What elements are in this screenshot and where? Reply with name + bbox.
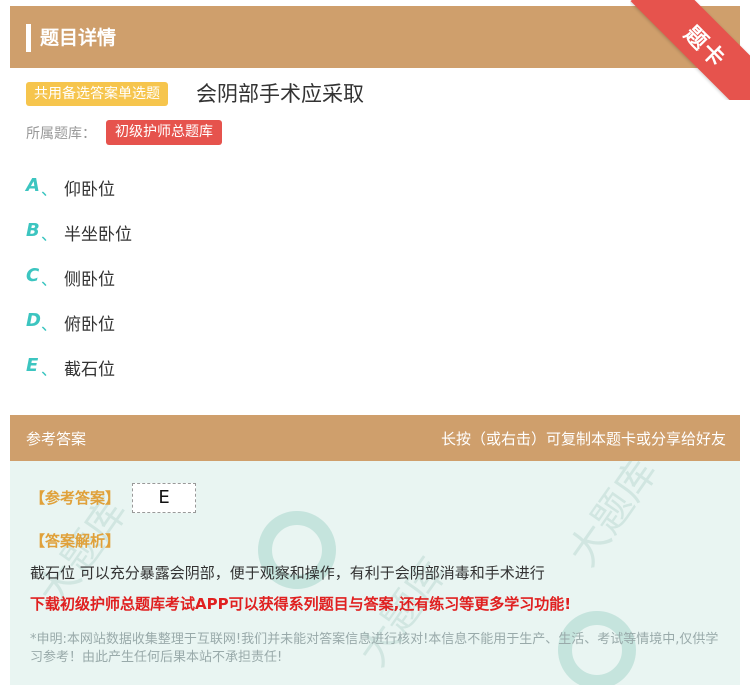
library-tag[interactable]: 初级护师总题库 — [106, 120, 222, 145]
option-b[interactable]: B 、 半坐卧位 — [26, 218, 426, 248]
answer-panel: 大题库 大题库 大题库 【参考答案】 E 【答案解析】 截石位 可以充分暴露会阴… — [10, 461, 740, 685]
answer-value: E — [132, 483, 196, 513]
answer-header: 参考答案 长按（或右击）可复制本题卡或分享给好友 — [10, 415, 740, 461]
option-separator: 、 — [41, 225, 58, 244]
option-letter: C — [26, 265, 40, 286]
option-e[interactable]: E 、 截石位 — [26, 353, 426, 383]
option-letter: B — [26, 220, 40, 241]
question-type-badge: 共用备选答案单选题 — [26, 82, 168, 106]
question-row: 共用备选答案单选题 会阴部手术应采取 — [26, 80, 726, 110]
option-separator: 、 — [41, 270, 58, 289]
option-letter: D — [26, 310, 41, 331]
disclaimer-text: *申明:本网站数据收集整理于互联网!我们并未能对答案信息进行核对!本信息不能用于… — [30, 632, 719, 665]
share-hint: 长按（或右击）可复制本题卡或分享给好友 — [440, 430, 726, 448]
option-letter: A — [26, 175, 40, 196]
option-separator: 、 — [41, 360, 58, 379]
option-text: 半坐卧位 — [64, 225, 132, 245]
option-a[interactable]: A 、 仰卧位 — [26, 173, 426, 203]
explanation-text: 截石位 可以充分暴露会阴部，便于观察和操作，有利于会阴部消毒和手术进行 — [30, 564, 545, 582]
answer-header-title: 参考答案 — [26, 430, 87, 448]
option-text: 截石位 — [64, 360, 115, 380]
library-label: 所属题库： — [26, 126, 96, 142]
page: 题目详情 题卡 共用备选答案单选题 会阴部手术应采取 所属题库： 初级护师总题库… — [0, 0, 750, 685]
option-d[interactable]: D 、 俯卧位 — [26, 308, 426, 338]
watermark-icon: 大题库 — [560, 461, 667, 575]
app-download-promo[interactable]: 下载初级护师总题库考试APP可以获得系列题目与答案,还有练习等更多学习功能! — [30, 593, 571, 614]
option-separator: 、 — [41, 180, 58, 199]
answer-label: 【参考答案】 — [30, 489, 121, 507]
header-accent-bar — [26, 24, 31, 52]
option-separator: 、 — [41, 315, 58, 334]
option-text: 俯卧位 — [64, 315, 115, 335]
page-title: 题目详情 — [40, 27, 117, 49]
option-text: 侧卧位 — [64, 270, 115, 290]
option-text: 仰卧位 — [64, 180, 115, 200]
explanation-label: 【答案解析】 — [30, 532, 121, 550]
question-text: 会阴部手术应采取 — [196, 82, 364, 106]
option-c[interactable]: C 、 侧卧位 — [26, 263, 426, 293]
option-letter: E — [26, 355, 39, 376]
